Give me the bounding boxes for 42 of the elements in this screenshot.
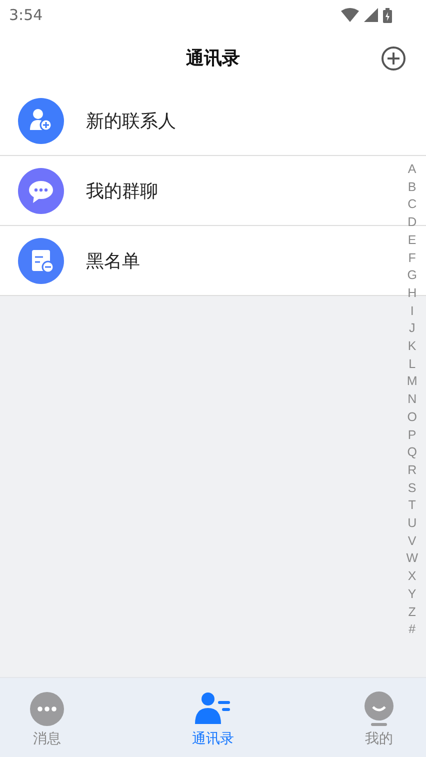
- index-letter[interactable]: Y: [408, 586, 416, 604]
- index-letter[interactable]: D: [408, 214, 417, 232]
- contact-entry[interactable]: 黑名单: [0, 226, 396, 295]
- index-letter[interactable]: #: [408, 621, 416, 639]
- index-letter[interactable]: R: [408, 462, 417, 480]
- index-letter[interactable]: O: [407, 408, 417, 427]
- index-letter[interactable]: I: [410, 302, 414, 320]
- page-title: 通讯录: [186, 47, 240, 70]
- battery-icon: [383, 8, 392, 22]
- contact-entry[interactable]: 我的群聊: [0, 156, 396, 225]
- tab[interactable]: 消息: [15, 678, 79, 757]
- contacts-icon: [194, 691, 232, 727]
- index-letter[interactable]: V: [408, 532, 416, 550]
- tab[interactable]: 我的: [347, 678, 411, 757]
- chat-icon: [29, 691, 65, 727]
- index-letter[interactable]: A: [408, 161, 416, 179]
- index-letter[interactable]: Q: [407, 444, 417, 462]
- index-letter[interactable]: W: [406, 550, 418, 568]
- wifi-icon: [341, 8, 359, 22]
- index-letter[interactable]: L: [408, 356, 416, 374]
- index-letter[interactable]: N: [408, 391, 417, 409]
- index-letter[interactable]: B: [408, 178, 416, 196]
- index-letter[interactable]: S: [408, 480, 416, 498]
- index-letter[interactable]: C: [408, 196, 417, 214]
- index-letter[interactable]: G: [407, 267, 417, 285]
- index-letter[interactable]: X: [408, 568, 416, 586]
- contact-entry[interactable]: 新的联系人: [0, 86, 396, 155]
- index-letter[interactable]: T: [408, 497, 416, 516]
- tab[interactable]: 通讯录: [181, 678, 245, 757]
- index-letter[interactable]: E: [408, 232, 416, 250]
- index-letter[interactable]: U: [408, 515, 417, 533]
- index-letter[interactable]: P: [408, 426, 416, 444]
- index-letter[interactable]: H: [408, 284, 417, 303]
- signal-icon: [364, 8, 378, 22]
- add-icon[interactable]: [381, 46, 406, 71]
- smiley-icon: [363, 691, 395, 727]
- index-letter[interactable]: J: [408, 320, 416, 338]
- status-time: 3:54: [9, 6, 43, 24]
- index-letter[interactable]: M: [406, 373, 418, 392]
- index-letter[interactable]: F: [408, 250, 416, 268]
- index-letter[interactable]: Z: [408, 604, 416, 622]
- index-letter[interactable]: K: [408, 338, 416, 356]
